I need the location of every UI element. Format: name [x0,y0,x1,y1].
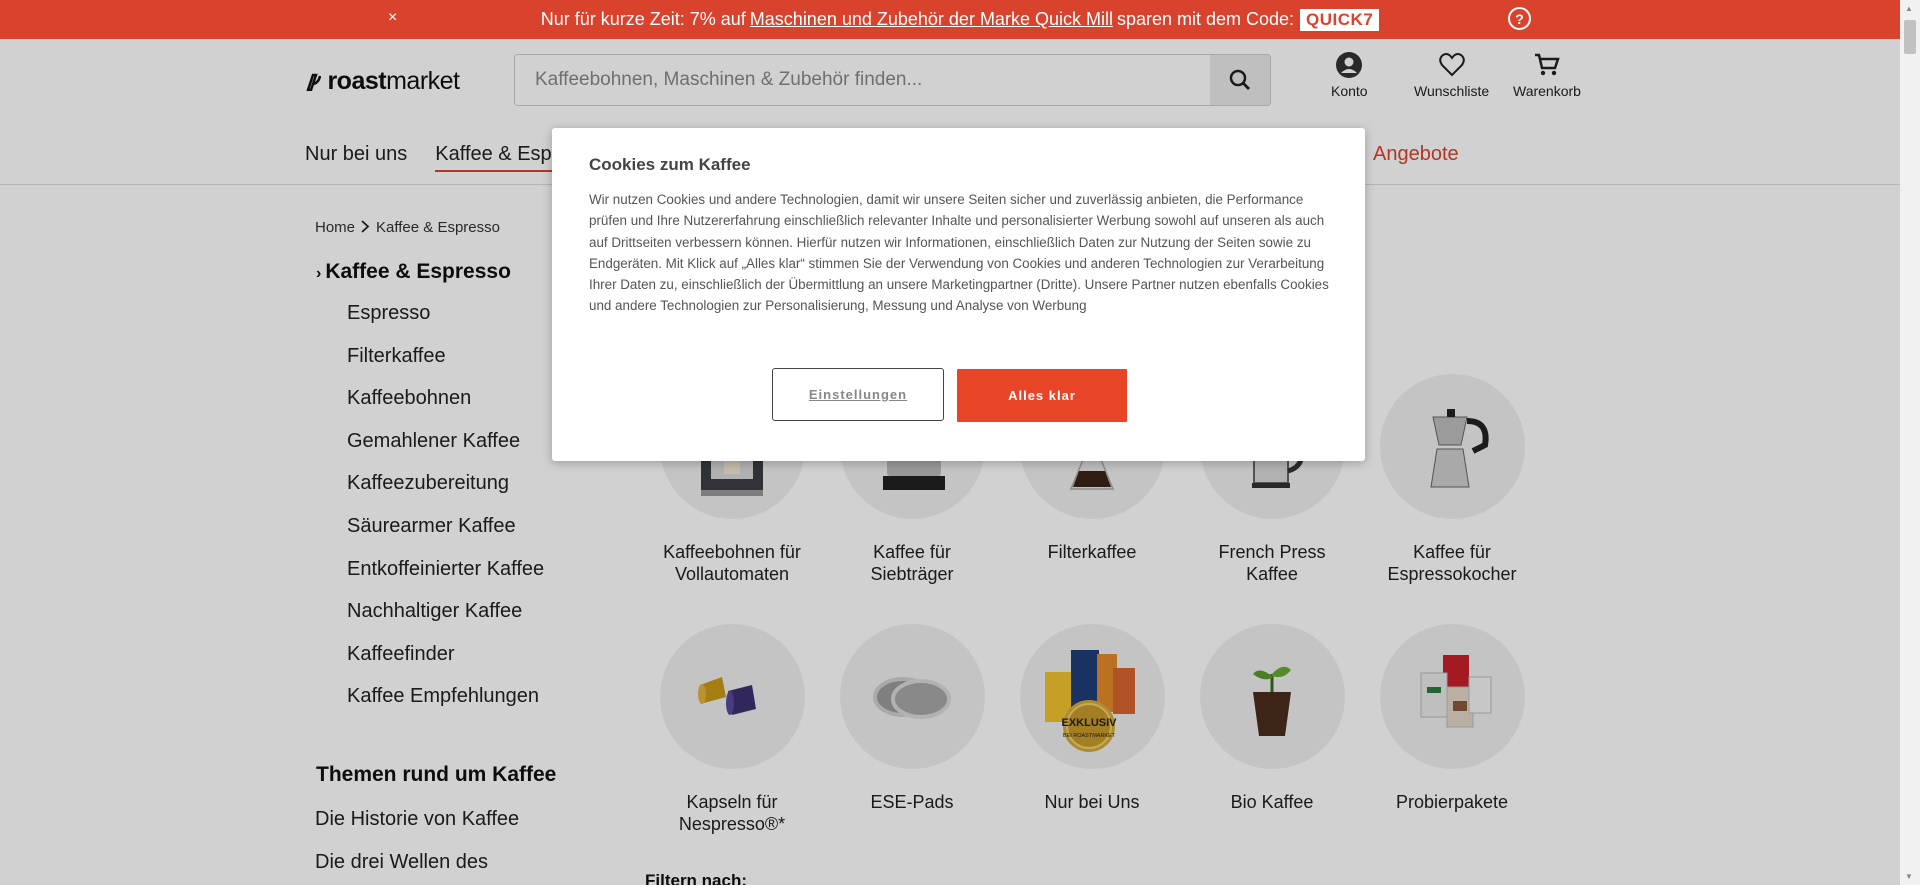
help-icon[interactable]: ? [1508,7,1531,30]
close-icon[interactable]: × [388,9,397,27]
promo-code: QUICK7 [1300,8,1380,31]
modal-overlay: Cookies zum Kaffee Wir nutzen Cookies un… [0,39,1920,885]
scroll-down-icon[interactable]: ▼ [1905,872,1913,881]
promo-link[interactable]: Maschinen und Zubehör der Marke Quick Mi… [750,9,1113,30]
cookie-title: Cookies zum Kaffee [589,155,751,174]
cookie-accept-button[interactable]: Alles klar [957,369,1127,422]
cookie-settings-button[interactable]: Einstellungen [772,368,944,421]
scroll-up-icon[interactable]: ▲ [1905,4,1913,13]
promo-banner: × Nur für kurze Zeit: 7% auf Maschinen u… [0,0,1920,39]
cookie-body: Wir nutzen Cookies und andere Technologi… [589,192,1329,314]
promo-text: Nur für kurze Zeit: 7% auf [540,9,746,29]
page-scrollbar[interactable]: ▲ ▼ [1900,0,1920,885]
scrollbar-thumb[interactable] [1904,20,1916,54]
cookie-dialog: Cookies zum Kaffee Wir nutzen Cookies un… [552,128,1365,461]
promo-text-after: sparen mit dem Code: [1116,9,1295,29]
